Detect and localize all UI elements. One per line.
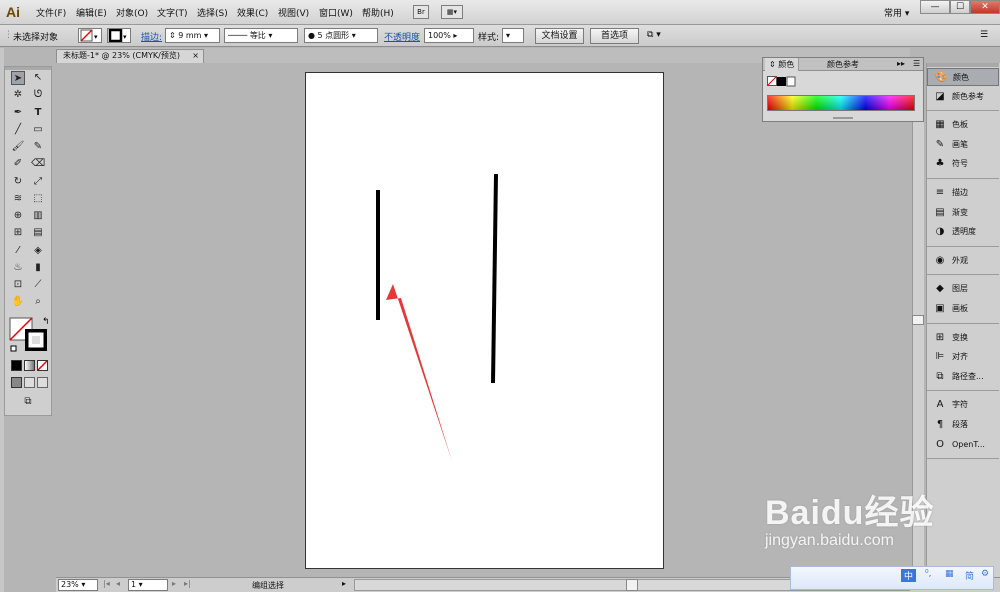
dock-item-gradient[interactable]: ▤ 渐变 [927,204,999,222]
dock-item-label: 段落 [952,420,968,429]
dock-item-transform[interactable]: ⊞ 变换 [927,329,999,347]
dock-item-artboards[interactable]: ▣ 画板 [927,300,999,318]
brush-icon: ✎ [935,138,945,150]
artboard-number-field[interactable]: 1 ▾ [128,579,168,591]
dock-item-transparency[interactable]: ◑ 透明度 [927,223,999,241]
swatches-icon: ▦ [935,119,945,131]
dock-item-label: 对齐 [952,352,968,362]
panel-dock: 🎨 颜色 ◪ 颜色参考 ▦ 色板 ✎ 画笔 ♣ 符号 ≡ 描边 ▤ 渐变 ◑ 透明度 ◉ 外观 ◆ 图层 ▣ 画板 ⊞ 变换 ⊫… [926,63,1000,577]
dock-item-appearance[interactable]: ◉ 外观 [927,252,999,270]
dock-item-label: OpenT... [952,439,985,449]
palette-icon: 🎨 [935,72,948,83]
color-panel-menu-icon[interactable]: ☰ [913,59,920,68]
dock-separator [927,245,999,247]
ime-keyboard-icon[interactable]: ▦ [945,569,954,579]
dock-separator [927,390,999,392]
dock-item-label: 图层 [952,284,968,294]
dock-separator [927,322,999,324]
status-menu-icon[interactable]: ▸ [342,579,346,588]
zoom-value: 23% [61,580,79,589]
transform-icon: ⊞ [935,331,945,343]
dock-grip [927,63,999,67]
dock-item-label: 路径查... [952,371,984,381]
dock-item-character[interactable]: A 字符 [927,396,999,414]
dock-item-label: 符号 [952,159,968,169]
watermark-brand: Baidu经验 [765,494,935,532]
dock-item-label: 变换 [952,332,968,342]
transparency-icon: ◑ [935,226,945,238]
stroke-icon: ≡ [935,187,945,198]
color-fill-stroke-mini-icon[interactable] [767,76,797,88]
ime-simplified[interactable]: 简 [965,569,974,582]
red-arrow-annotation [386,284,452,461]
zoom-field[interactable]: 23% ▾ [58,579,98,591]
panel-resize-grip[interactable] [833,117,853,119]
long-stroke-path[interactable] [491,173,498,384]
ime-settings-icon[interactable]: ⚙ [981,569,989,579]
align-icon: ⊫ [935,351,945,363]
dock-item-palette[interactable]: 🎨 颜色 [927,68,999,86]
dock-item-brush[interactable]: ✎ 画笔 [927,136,999,154]
prev-artboard-icon[interactable]: ◂ [116,579,120,588]
dock-item-label: 画笔 [952,139,968,149]
dock-item-label: 画板 [952,304,968,313]
dock-item-pathfinder[interactable]: ⧉ 路径查... [927,368,999,386]
ime-punctuation-icon[interactable]: ⁰, [925,569,931,579]
dock-item-symbol[interactable]: ♣ 符号 [927,155,999,173]
character-icon: A [936,399,944,411]
dock-item-label: 透明度 [952,227,976,237]
artboards-icon: ▣ [935,303,945,314]
next-artboard-icon[interactable]: ▸ [172,579,176,588]
baidu-watermark: Baidu经验 jingyan.baidu.com [765,485,934,550]
paragraph-icon: ¶ [936,419,944,430]
dock-separator [927,458,999,460]
status-text: 编组选择 [252,581,284,590]
dock-item-label: 颜色 [953,73,969,82]
first-artboard-icon[interactable]: |◂ [103,579,110,588]
collapse-panel-icon[interactable]: ▸▸ [897,59,905,68]
appearance-icon: ◉ [935,254,945,266]
ime-toolbar[interactable]: 中 ⁰, ▦ 简 ⚙ [790,566,994,590]
dock-item-align[interactable]: ⊫ 对齐 [927,348,999,366]
horizontal-scroll-thumb[interactable] [626,579,638,591]
gradient-icon: ▤ [935,206,945,218]
dock-item-swatches[interactable]: ▦ 色板 [927,116,999,134]
dock-item-label: 外观 [952,255,968,265]
dock-item-stroke[interactable]: ≡ 描边 [927,184,999,202]
vertical-scroll-thumb[interactable] [912,315,924,325]
dock-item-opentype[interactable]: O OpenT... [927,436,999,454]
dock-item-label: 字符 [952,400,968,410]
artboard-number-value: 1 [131,580,137,589]
pathfinder-icon: ⧉ [936,370,944,382]
layers-icon: ◆ [936,283,944,295]
dock-item-label: 描边 [952,188,968,197]
dock-item-paragraph[interactable]: ¶ 段落 [927,416,999,434]
illustrator-window: Ai 文件(F) 编辑(E) 对象(O) 文字(T) 选择(S) 效果(C) 视… [0,0,1000,592]
last-artboard-icon[interactable]: ▸| [184,579,191,588]
opentype-icon: O [936,438,944,450]
dock-separator [927,110,999,112]
dock-separator [927,274,999,276]
symbol-icon: ♣ [935,158,945,170]
color-panel: ⇕ 颜色 颜色参考 ▸▸ ☰ [762,57,924,122]
tab-color[interactable]: ⇕ 颜色 [765,58,800,71]
tab-color-guide[interactable]: 颜色参考 [823,58,863,71]
color-spectrum[interactable] [767,95,915,111]
tab-color-label: 颜色 [778,60,795,69]
dock-separator [927,178,999,179]
color-guide-icon: ◪ [935,90,945,102]
dock-item-color-guide[interactable]: ◪ 颜色参考 [927,88,999,106]
ime-mode[interactable]: 中 [901,569,917,582]
dock-item-label: 渐变 [952,207,968,217]
dock-item-label: 颜色参考 [952,91,984,101]
dock-item-label: 色板 [952,120,968,130]
dock-item-layers[interactable]: ◆ 图层 [927,280,999,298]
watermark-url: jingyan.baidu.com [765,532,894,549]
